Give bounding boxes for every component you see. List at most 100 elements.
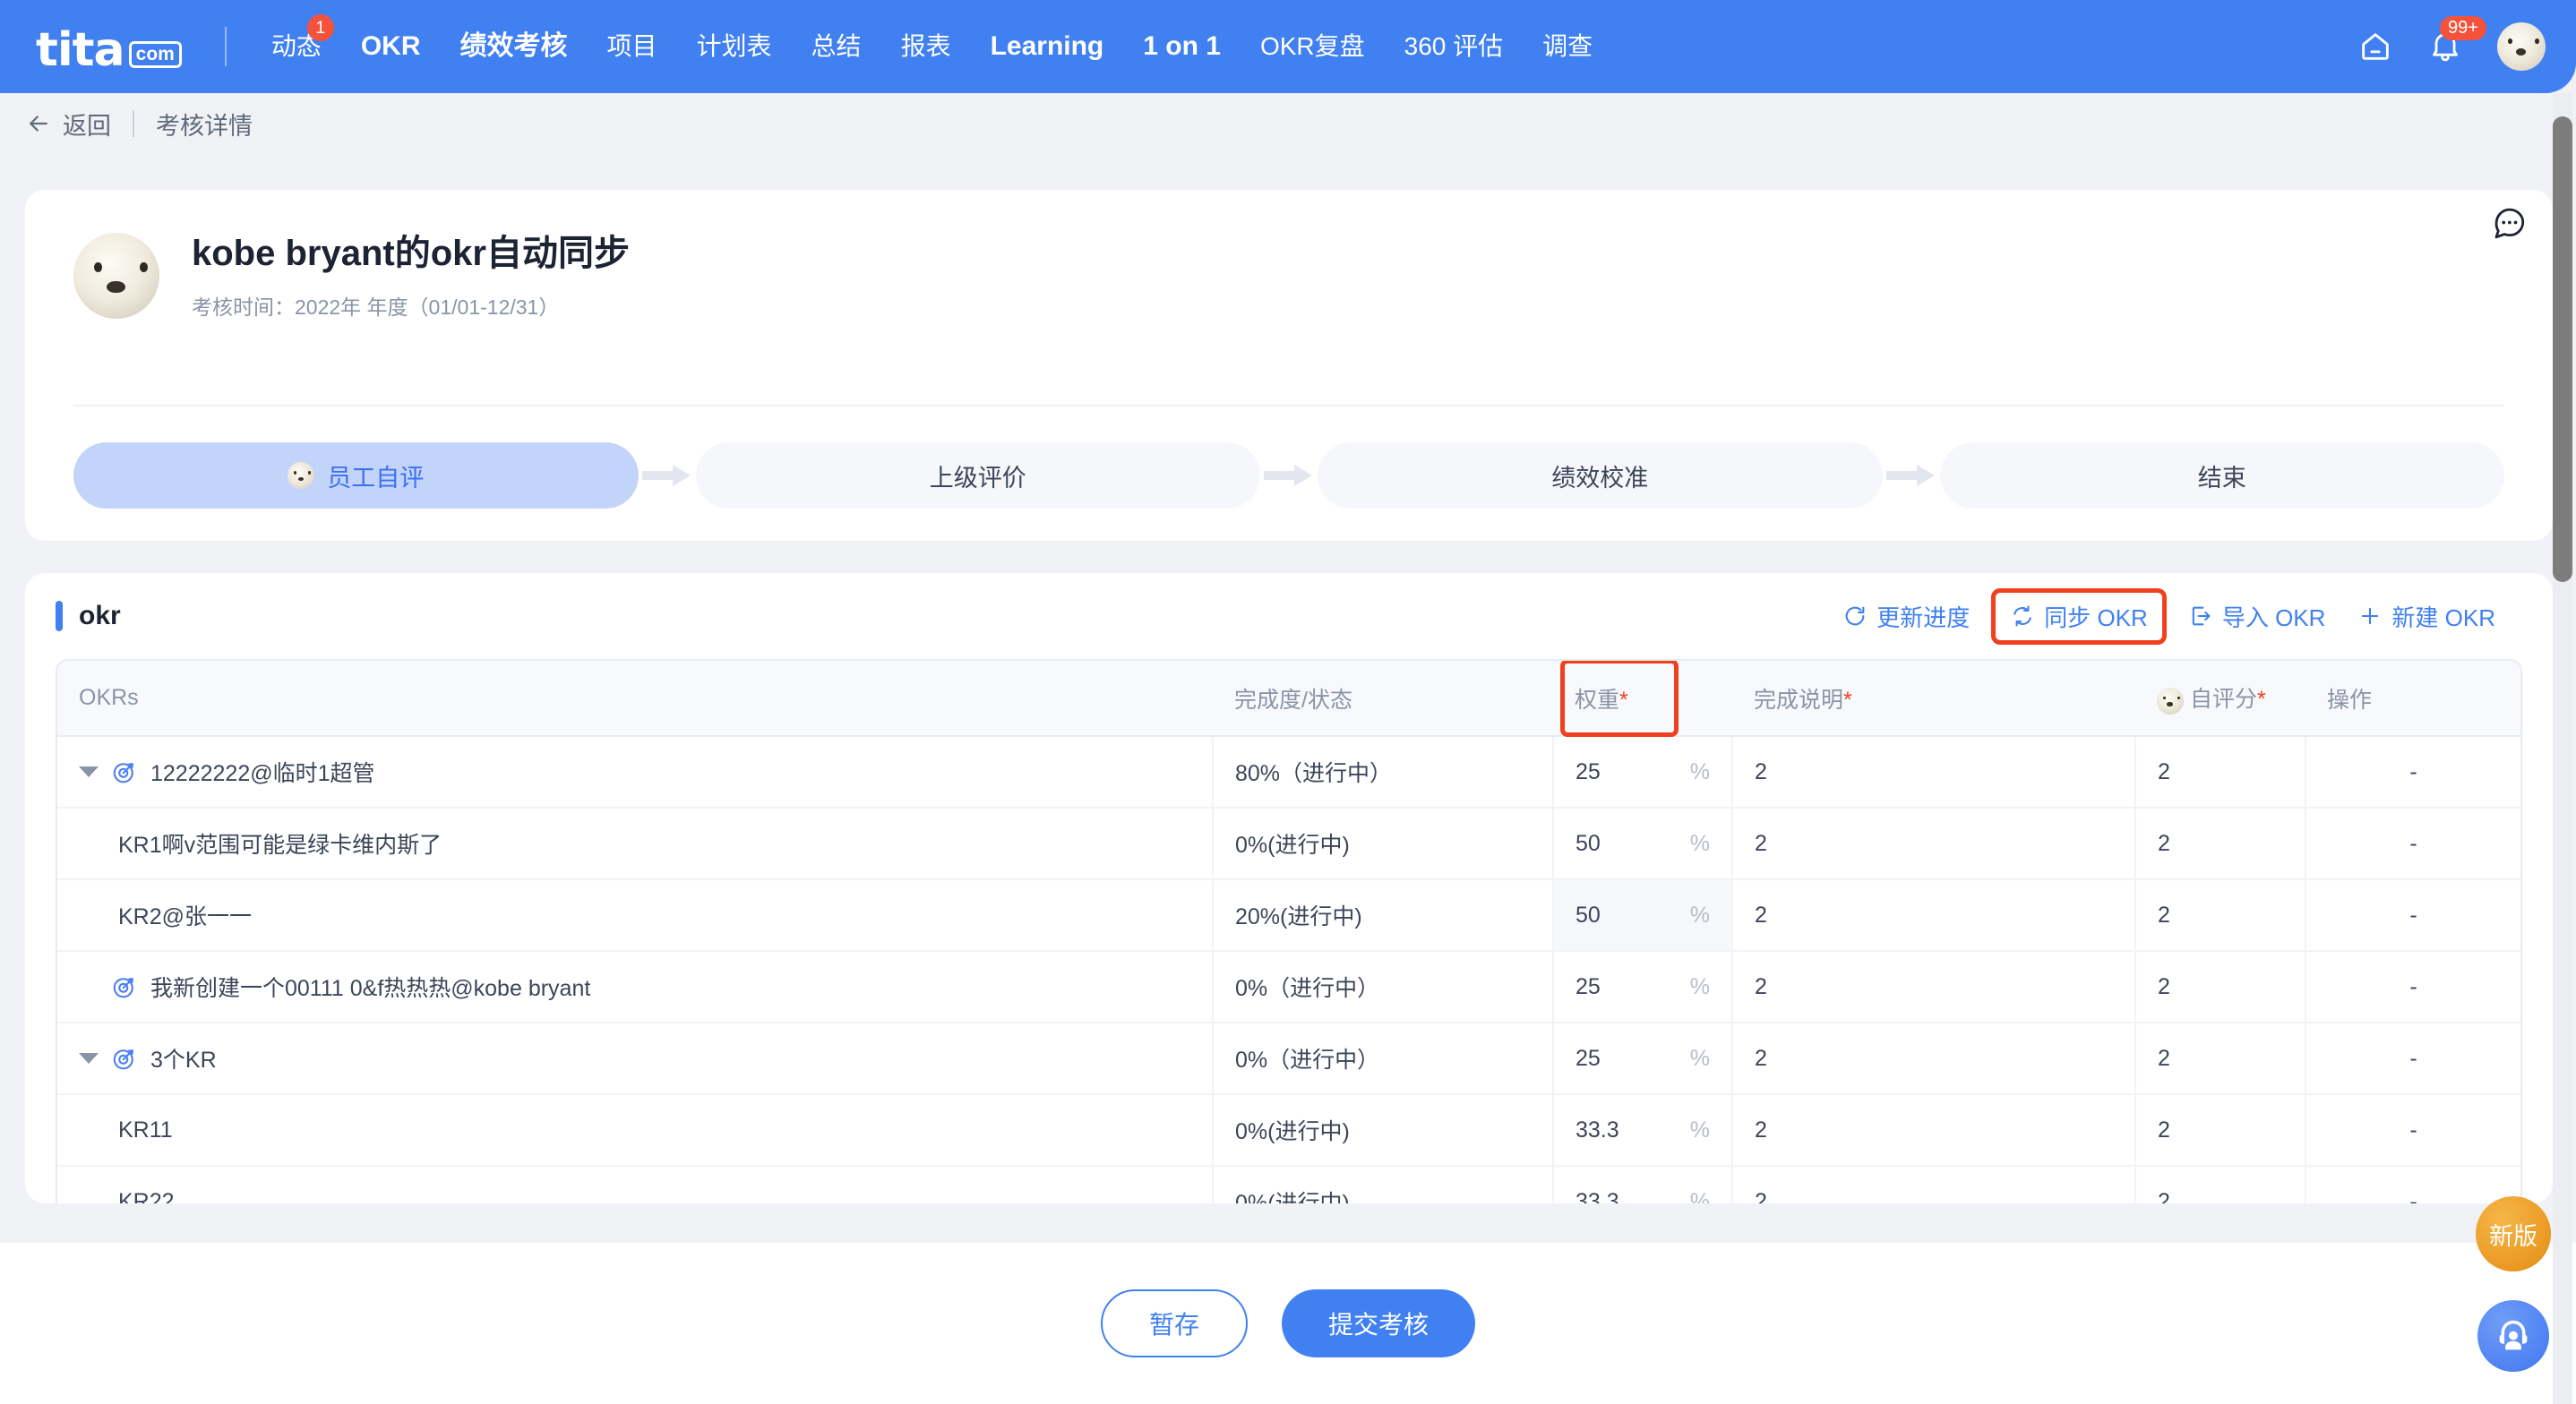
note-input[interactable]: 2 xyxy=(1755,974,1767,999)
column-header-note[interactable]: 完成说明* xyxy=(1732,661,2135,737)
cell-completion-note[interactable]: 2 xyxy=(1732,736,2136,809)
cell-weight[interactable]: 50% xyxy=(1553,879,1733,952)
cell-weight[interactable]: 50% xyxy=(1553,808,1733,880)
cell-self-score[interactable]: 2 xyxy=(2135,951,2306,1023)
collapse-caret-icon[interactable] xyxy=(79,1053,99,1064)
okr-action-plus[interactable]: 新建 OKR xyxy=(2341,591,2512,642)
cell-action[interactable]: - xyxy=(2306,1166,2520,1203)
cell-progress[interactable]: 0%(进行中) xyxy=(1213,1166,1554,1203)
cell-weight[interactable]: 33.3% xyxy=(1553,1094,1733,1167)
column-header-selfscore[interactable]: 自评分* xyxy=(2135,661,2306,737)
back-button[interactable]: 返回 xyxy=(25,107,111,141)
cell-self-score[interactable]: 2 xyxy=(2135,1023,2306,1095)
weight-input[interactable]: 50 xyxy=(1576,831,1601,857)
cell-weight[interactable]: 25% xyxy=(1553,736,1733,809)
nav-item-6[interactable]: 报表 xyxy=(881,0,971,93)
cell-completion-note[interactable]: 2 xyxy=(1732,951,2136,1023)
cell-completion-note[interactable]: 2 xyxy=(1732,1094,2136,1167)
self-score-input[interactable]: 2 xyxy=(2158,1046,2170,1071)
cell-completion-note[interactable]: 2 xyxy=(1732,808,2136,880)
okr-action-import[interactable]: 导入 OKR xyxy=(2172,591,2342,642)
cell-progress[interactable]: 0%（进行中） xyxy=(1213,951,1554,1023)
self-score-input[interactable]: 2 xyxy=(2158,974,2170,999)
cell-okr-name[interactable]: KR1啊v范围可能是绿卡维内斯了 xyxy=(57,808,1214,880)
cell-self-score[interactable]: 2 xyxy=(2135,808,2306,880)
cell-progress[interactable]: 80%（进行中） xyxy=(1213,736,1554,809)
cell-self-score[interactable]: 2 xyxy=(2135,879,2306,952)
self-score-input[interactable]: 2 xyxy=(2158,759,2170,784)
note-input[interactable]: 2 xyxy=(1755,903,1767,928)
okr-action-sync[interactable]: 同步 OKR xyxy=(1991,587,2167,645)
new-version-badge[interactable]: 新版 xyxy=(2476,1196,2551,1271)
cell-weight[interactable]: 33.3% xyxy=(1553,1166,1733,1204)
weight-input[interactable]: 50 xyxy=(1576,903,1601,929)
weight-input[interactable]: 25 xyxy=(1576,759,1601,785)
cell-action[interactable]: - xyxy=(2306,1094,2520,1167)
table-row[interactable]: KR1啊v范围可能是绿卡维内斯了 0%(进行中) 50% 2 2 - xyxy=(57,808,2520,880)
nav-item-11[interactable]: 调查 xyxy=(1523,0,1612,93)
weight-input[interactable]: 33.3 xyxy=(1576,1117,1619,1143)
nav-item-10[interactable]: 360 评估 xyxy=(1385,0,1524,93)
cell-completion-note[interactable]: 2 xyxy=(1732,1023,2136,1095)
cell-okr-name[interactable]: KR2@张一一 xyxy=(57,879,1214,952)
submit-assessment-button[interactable]: 提交考核 xyxy=(1282,1289,1476,1357)
nav-item-2[interactable]: 绩效考核 xyxy=(441,0,588,93)
nav-item-7[interactable]: Learning xyxy=(971,0,1124,93)
weight-input[interactable]: 25 xyxy=(1576,974,1601,1000)
note-input[interactable]: 2 xyxy=(1755,1117,1767,1143)
cell-action[interactable]: - xyxy=(2306,736,2520,809)
cell-self-score[interactable]: 2 xyxy=(2135,736,2306,809)
cell-progress[interactable]: 20%(进行中) xyxy=(1213,879,1554,952)
nav-item-5[interactable]: 总结 xyxy=(792,0,881,93)
nav-item-4[interactable]: 计划表 xyxy=(677,0,792,93)
table-row[interactable]: KR11 0%(进行中) 33.3% 2 2 - xyxy=(57,1094,2520,1167)
table-row[interactable]: KR2@张一一 20%(进行中) 50% 2 2 - xyxy=(57,879,2520,952)
self-score-input[interactable]: 2 xyxy=(2158,1117,2170,1143)
nav-item-3[interactable]: 项目 xyxy=(588,0,677,93)
table-row[interactable]: 我新创建一个00111 0&f热热热@kobe bryant 0%（进行中） 25%… xyxy=(57,951,2520,1023)
cell-okr-name[interactable]: KR11 xyxy=(57,1094,1214,1167)
cell-self-score[interactable]: 2 xyxy=(2135,1166,2306,1203)
page-scrollbar-thumb[interactable] xyxy=(2553,116,2572,582)
table-row[interactable]: 3个KR 0%（进行中） 25% 2 2 - xyxy=(57,1023,2520,1095)
nav-item-8[interactable]: 1 on 1 xyxy=(1123,0,1241,93)
self-score-input[interactable]: 2 xyxy=(2158,1189,2170,1204)
notification-bell-icon[interactable]: 99+ xyxy=(2427,16,2486,64)
tita-logo[interactable]: tita com xyxy=(36,20,182,73)
nav-item-9[interactable]: OKR复盘 xyxy=(1241,0,1385,93)
cell-completion-note[interactable]: 2 xyxy=(1732,1166,2136,1204)
cell-weight[interactable]: 25% xyxy=(1553,951,1733,1023)
cell-okr-name[interactable]: 我新创建一个00111 0&f热热热@kobe bryant xyxy=(57,951,1214,1023)
self-score-input[interactable]: 2 xyxy=(2158,903,2170,928)
workflow-step-2[interactable]: 绩效校准 xyxy=(1318,442,1883,509)
cell-progress[interactable]: 0%(进行中) xyxy=(1213,1094,1554,1167)
workflow-step-3[interactable]: 结束 xyxy=(1939,442,2504,509)
cell-action[interactable]: - xyxy=(2306,879,2520,952)
weight-input[interactable]: 25 xyxy=(1576,1046,1601,1072)
cell-completion-note[interactable]: 2 xyxy=(1732,879,2136,952)
nav-item-0[interactable]: 动态 1 xyxy=(252,0,341,93)
support-chat-button[interactable] xyxy=(2477,1300,2549,1372)
column-header-weight[interactable]: 权重* xyxy=(1553,661,1732,737)
cell-progress[interactable]: 0%（进行中） xyxy=(1213,1023,1554,1095)
note-input[interactable]: 2 xyxy=(1755,1189,1767,1204)
note-input[interactable]: 2 xyxy=(1755,1046,1767,1071)
column-header-action[interactable]: 操作 xyxy=(2306,661,2520,737)
cell-action[interactable]: - xyxy=(2306,1023,2520,1095)
cell-okr-name[interactable]: KR22 xyxy=(57,1166,1214,1203)
okr-action-refresh[interactable]: 更新进度 xyxy=(1826,591,1986,642)
cell-action[interactable]: - xyxy=(2306,808,2520,880)
cell-action[interactable]: - xyxy=(2306,951,2520,1023)
note-input[interactable]: 2 xyxy=(1755,831,1767,856)
cell-weight[interactable]: 25% xyxy=(1553,1023,1733,1095)
weight-input[interactable]: 33.3 xyxy=(1576,1189,1619,1204)
save-draft-button[interactable]: 暂存 xyxy=(1100,1289,1248,1357)
cell-okr-name[interactable]: 3个KR xyxy=(57,1023,1214,1095)
self-score-input[interactable]: 2 xyxy=(2158,831,2170,856)
cell-progress[interactable]: 0%(进行中) xyxy=(1213,808,1554,880)
note-input[interactable]: 2 xyxy=(1755,759,1767,784)
cell-self-score[interactable]: 2 xyxy=(2135,1094,2306,1167)
nav-item-1[interactable]: OKR xyxy=(341,0,441,93)
avatar[interactable] xyxy=(2497,22,2546,71)
table-row[interactable]: 12222222@临时1超管 80%（进行中） 25% 2 2 - xyxy=(57,736,2520,809)
